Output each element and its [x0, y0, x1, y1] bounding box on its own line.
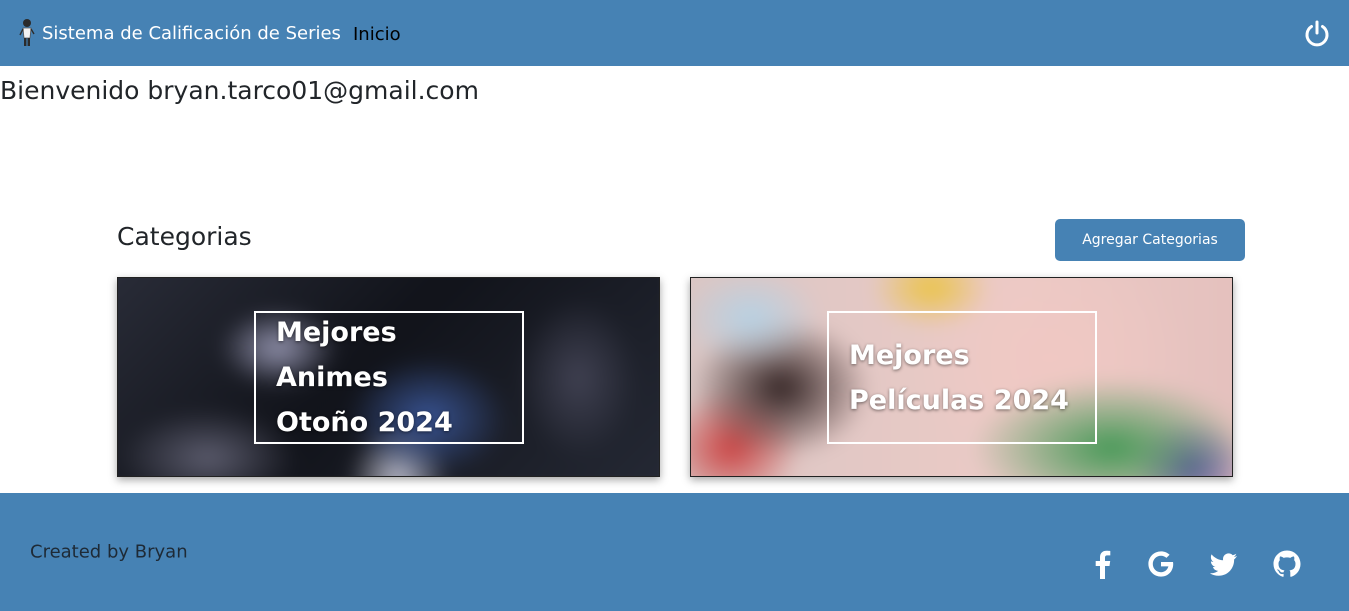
facebook-icon[interactable]: [1087, 548, 1119, 580]
footer-credit: Created by Bryan: [30, 541, 188, 563]
category-card[interactable]: Mejores Animes Otoño 2024: [117, 277, 660, 477]
nav-link-inicio[interactable]: Inicio: [353, 0, 401, 70]
category-card-title: Mejores Animes Otoño 2024: [276, 317, 453, 438]
google-icon[interactable]: [1145, 548, 1177, 580]
category-card-label-box: Mejores Animes Otoño 2024: [254, 311, 524, 444]
add-category-button[interactable]: Agregar Categorias: [1055, 219, 1245, 261]
footer: Created by Bryan: [0, 493, 1349, 611]
category-card[interactable]: Mejores Películas 2024: [690, 277, 1233, 477]
category-card-title: Mejores Películas 2024: [849, 339, 1069, 416]
category-card-label-box: Mejores Películas 2024: [827, 311, 1097, 444]
welcome-message: Bienvenido bryan.tarco01@gmail.com: [0, 76, 479, 105]
brand-title: Sistema de Calificación de Series: [42, 22, 341, 44]
github-icon[interactable]: [1271, 548, 1303, 580]
categories-title: Categorias: [117, 222, 252, 251]
brand-logo-icon: [19, 19, 35, 46]
power-icon[interactable]: [1303, 20, 1331, 48]
navbar: Sistema de Calificación de Series Inicio: [0, 0, 1349, 66]
twitter-icon[interactable]: [1207, 548, 1239, 580]
brand[interactable]: Sistema de Calificación de Series: [18, 0, 341, 66]
